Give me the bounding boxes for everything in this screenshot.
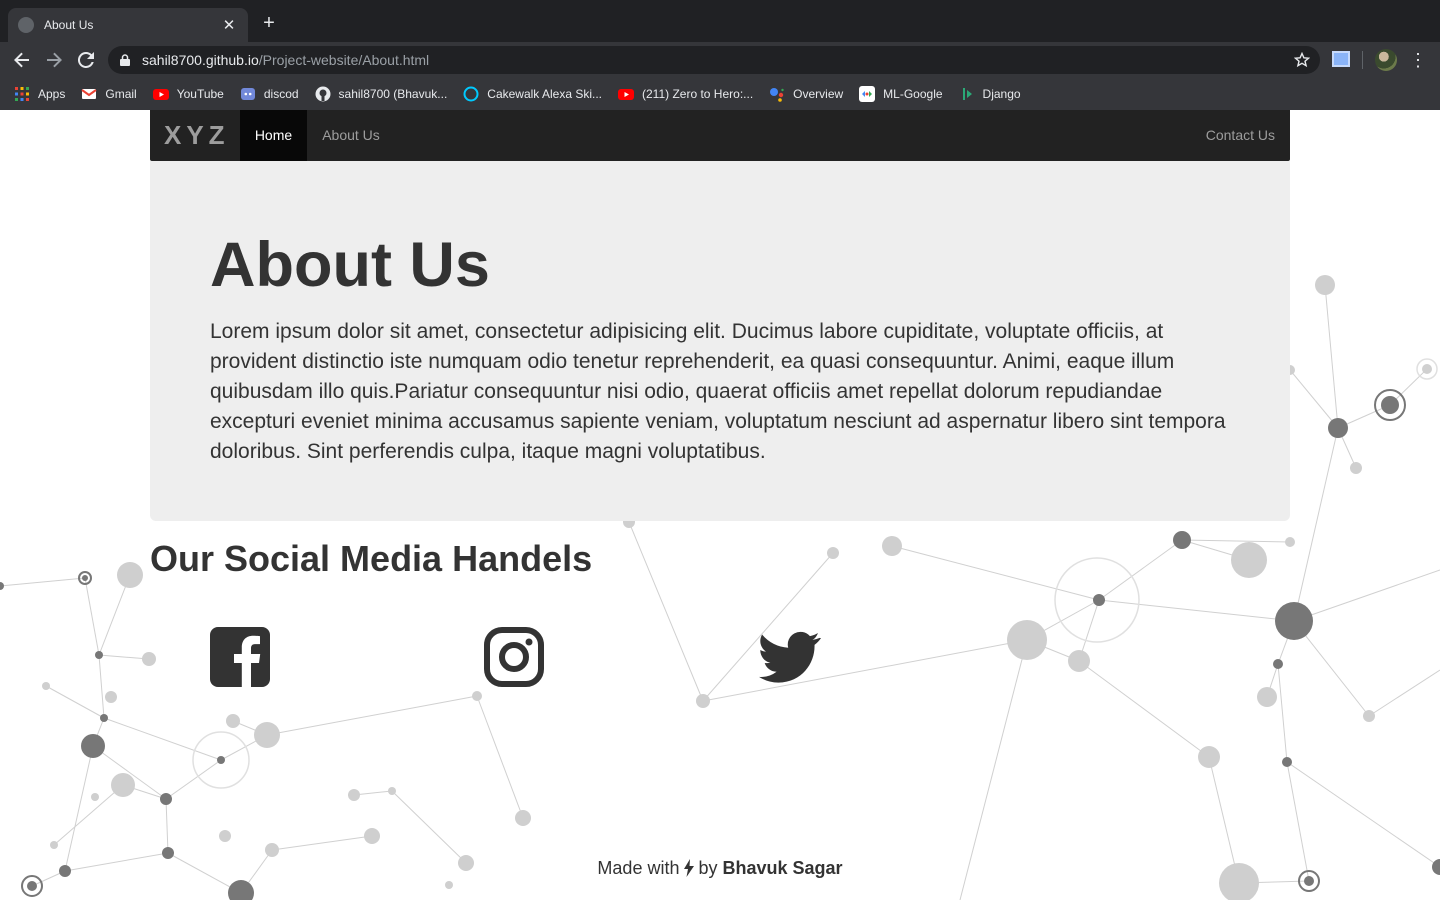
bookmark-zero-to-hero[interactable]: (211) Zero to Hero:... [618, 86, 753, 102]
bookmark-label: Cakewalk Alexa Ski... [487, 87, 602, 101]
footer-by: by [698, 858, 718, 878]
bookmark-label: sahil8700 (Bhavuk... [338, 87, 448, 101]
bookmark-label: ML-Google [883, 87, 943, 101]
arrow-left-icon [14, 52, 29, 68]
url-host: sahil8700.github.io [142, 52, 259, 68]
arrow-right-icon [47, 52, 62, 68]
toolbar-divider [1362, 51, 1363, 69]
footer-prefix: Made with [597, 858, 680, 878]
nav-link-home[interactable]: Home [240, 110, 307, 161]
bookmark-label: Django [982, 87, 1021, 101]
browser-tab-strip: About Us ✕ + [0, 0, 1440, 42]
django-icon [962, 88, 972, 100]
apps-grid-icon [15, 87, 29, 101]
close-icon[interactable]: ✕ [220, 16, 238, 34]
url-path: /Project-website/About.html [258, 52, 430, 68]
lock-icon [120, 54, 130, 66]
back-button[interactable] [10, 48, 34, 72]
footer-author: Bhavuk Sagar [722, 858, 843, 878]
instagram-link[interactable] [483, 626, 545, 688]
bookmark-label: (211) Zero to Hero:... [642, 87, 754, 101]
facebook-link[interactable] [209, 626, 271, 688]
bookmark-label: Overview [793, 87, 844, 101]
web-page: XYZ Home About Us Contact Us About Us Lo… [0, 110, 1440, 900]
bookmark-label: Gmail [105, 87, 137, 101]
star-icon[interactable] [1294, 52, 1310, 68]
browser-tab[interactable]: About Us ✕ [8, 8, 248, 42]
bookmark-gmail[interactable]: Gmail [81, 86, 137, 102]
bookmark-label: discod [263, 87, 299, 101]
nav-link-contact[interactable]: Contact Us [1206, 110, 1275, 161]
address-bar[interactable]: sahil8700.github.io/Project-website/Abou… [108, 46, 1320, 74]
page-footer: Made with by Bhavuk Sagar [0, 858, 1440, 879]
bookmark-discord[interactable]: discod [240, 86, 299, 102]
lightning-bolt-icon [684, 859, 695, 877]
browser-toolbar: sahil8700.github.io/Project-website/Abou… [0, 42, 1440, 78]
bookmark-youtube[interactable]: YouTube [152, 86, 224, 102]
bookmark-apps[interactable]: Apps [14, 86, 65, 102]
youtube-icon [618, 89, 634, 100]
page-title: About Us [210, 230, 490, 300]
bookmark-ml-google[interactable]: ML-Google [859, 86, 943, 102]
about-description: Lorem ipsum dolor sit amet, consectetur … [210, 320, 1226, 463]
facebook-icon [210, 627, 270, 687]
ml-google-icon [859, 86, 876, 102]
google-assistant-icon [770, 88, 784, 102]
bookmarks-bar: Apps Gmail YouTube discod sahil8700 (Bha… [0, 78, 1440, 110]
globe-icon [18, 17, 34, 33]
about-jumbotron: About Us Lorem ipsum dolor sit amet, con… [150, 161, 1290, 521]
bookmark-django[interactable]: Django [959, 86, 1021, 102]
discord-icon [240, 88, 255, 100]
tab-title: About Us [44, 18, 94, 32]
profile-avatar[interactable] [1375, 49, 1397, 71]
extension-icon[interactable] [1332, 51, 1350, 67]
new-tab-button[interactable]: + [258, 12, 280, 34]
alexa-icon [463, 86, 479, 102]
reload-icon [78, 52, 94, 68]
bookmark-label: Apps [38, 87, 66, 101]
twitter-link[interactable] [759, 626, 821, 688]
github-icon [315, 86, 331, 102]
bookmark-label: YouTube [176, 87, 224, 101]
instagram-icon [484, 627, 544, 687]
forward-button[interactable] [42, 48, 66, 72]
reload-button[interactable] [74, 48, 98, 72]
brand-logo[interactable]: XYZ [164, 120, 230, 151]
youtube-icon [152, 89, 169, 100]
gmail-icon [81, 89, 97, 99]
bookmark-github[interactable]: sahil8700 (Bhavuk... [315, 86, 448, 102]
bookmark-overview[interactable]: Overview [769, 86, 843, 102]
more-menu-icon[interactable]: ⋮ [1408, 48, 1428, 72]
site-navbar: XYZ Home About Us Contact Us [150, 110, 1290, 161]
bookmark-alexa[interactable]: Cakewalk Alexa Ski... [463, 86, 602, 102]
nav-link-about[interactable]: About Us [307, 110, 395, 161]
social-heading: Our Social Media Handels [150, 538, 593, 579]
twitter-icon [759, 631, 821, 683]
